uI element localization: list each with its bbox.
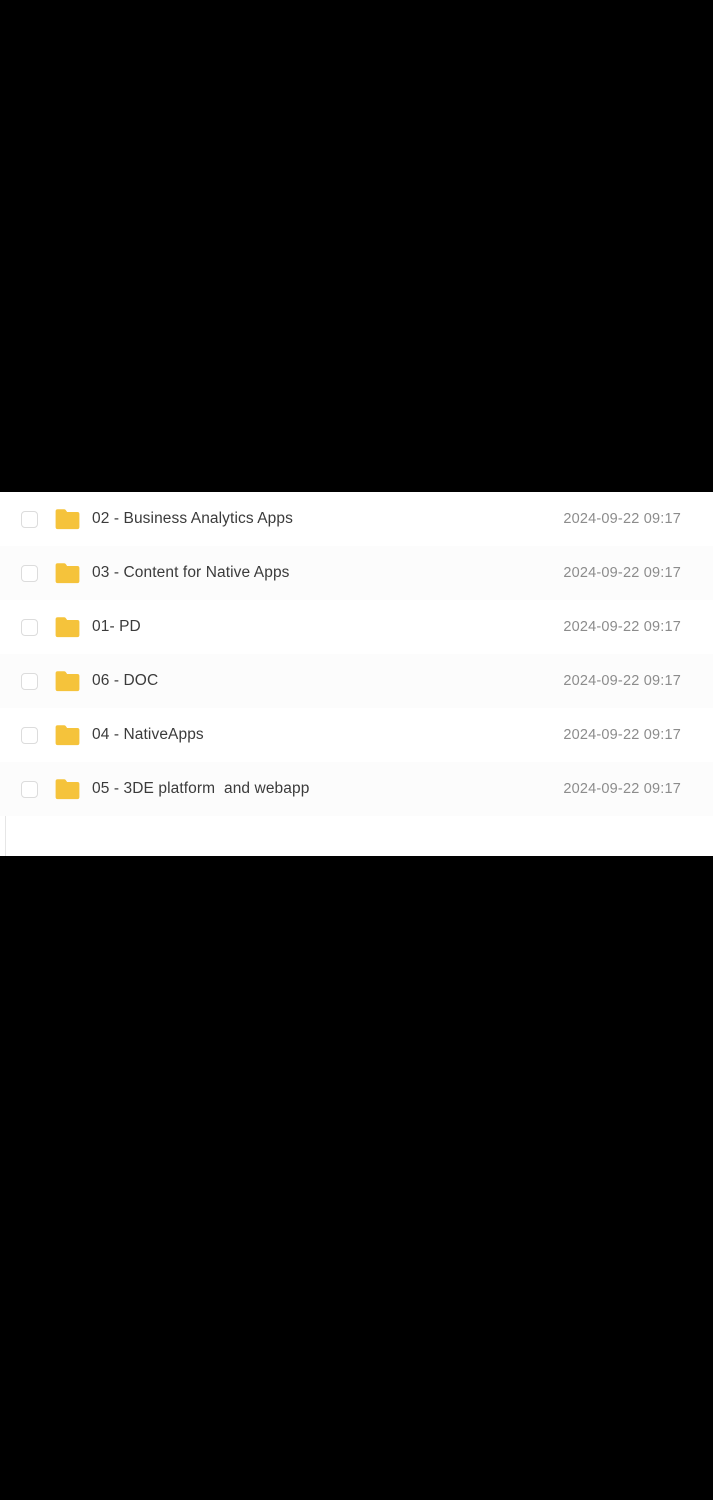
- row-checkbox[interactable]: [21, 672, 38, 690]
- letterbox-bottom: [0, 856, 713, 1500]
- file-name: 05 - 3DE platform and webapp: [92, 780, 310, 797]
- file-list-panel: 02 - Business Analytics Apps 2024-09-22 …: [0, 492, 713, 856]
- file-date: 2024-09-22 09:17: [563, 673, 681, 689]
- folder-icon: [54, 724, 81, 747]
- file-date: 2024-09-22 09:17: [563, 781, 681, 797]
- table-row[interactable]: 05 - 3DE platform and webapp 2024-09-22 …: [0, 762, 713, 816]
- file-name: 01- PD: [92, 618, 141, 635]
- table-row[interactable]: 01- PD 2024-09-22 09:17: [0, 600, 713, 654]
- row-checkbox[interactable]: [21, 618, 38, 636]
- file-name: 03 - Content for Native Apps: [92, 564, 290, 581]
- file-date: 2024-09-22 09:17: [563, 565, 681, 581]
- folder-icon: [54, 562, 81, 585]
- file-date: 2024-09-22 09:17: [563, 511, 681, 527]
- file-name: 02 - Business Analytics Apps: [92, 510, 293, 527]
- file-name: 04 - NativeApps: [92, 726, 204, 743]
- folder-icon: [54, 670, 81, 693]
- letterbox-top: [0, 0, 713, 492]
- file-date: 2024-09-22 09:17: [563, 727, 681, 743]
- table-row[interactable]: 03 - Content for Native Apps 2024-09-22 …: [0, 546, 713, 600]
- row-checkbox[interactable]: [21, 564, 38, 582]
- table-row[interactable]: 02 - Business Analytics Apps 2024-09-22 …: [0, 492, 713, 546]
- table-row[interactable]: 04 - NativeApps 2024-09-22 09:17: [0, 708, 713, 762]
- folder-icon: [54, 616, 81, 639]
- row-checkbox[interactable]: [21, 726, 38, 744]
- file-name: 06 - DOC: [92, 672, 159, 689]
- file-date: 2024-09-22 09:17: [563, 619, 681, 635]
- folder-icon: [54, 508, 81, 531]
- table-row[interactable]: 06 - DOC 2024-09-22 09:17: [0, 654, 713, 708]
- folder-icon: [54, 778, 81, 801]
- row-checkbox[interactable]: [21, 780, 38, 798]
- screen: 02 - Business Analytics Apps 2024-09-22 …: [0, 0, 713, 1500]
- row-checkbox[interactable]: [21, 510, 38, 528]
